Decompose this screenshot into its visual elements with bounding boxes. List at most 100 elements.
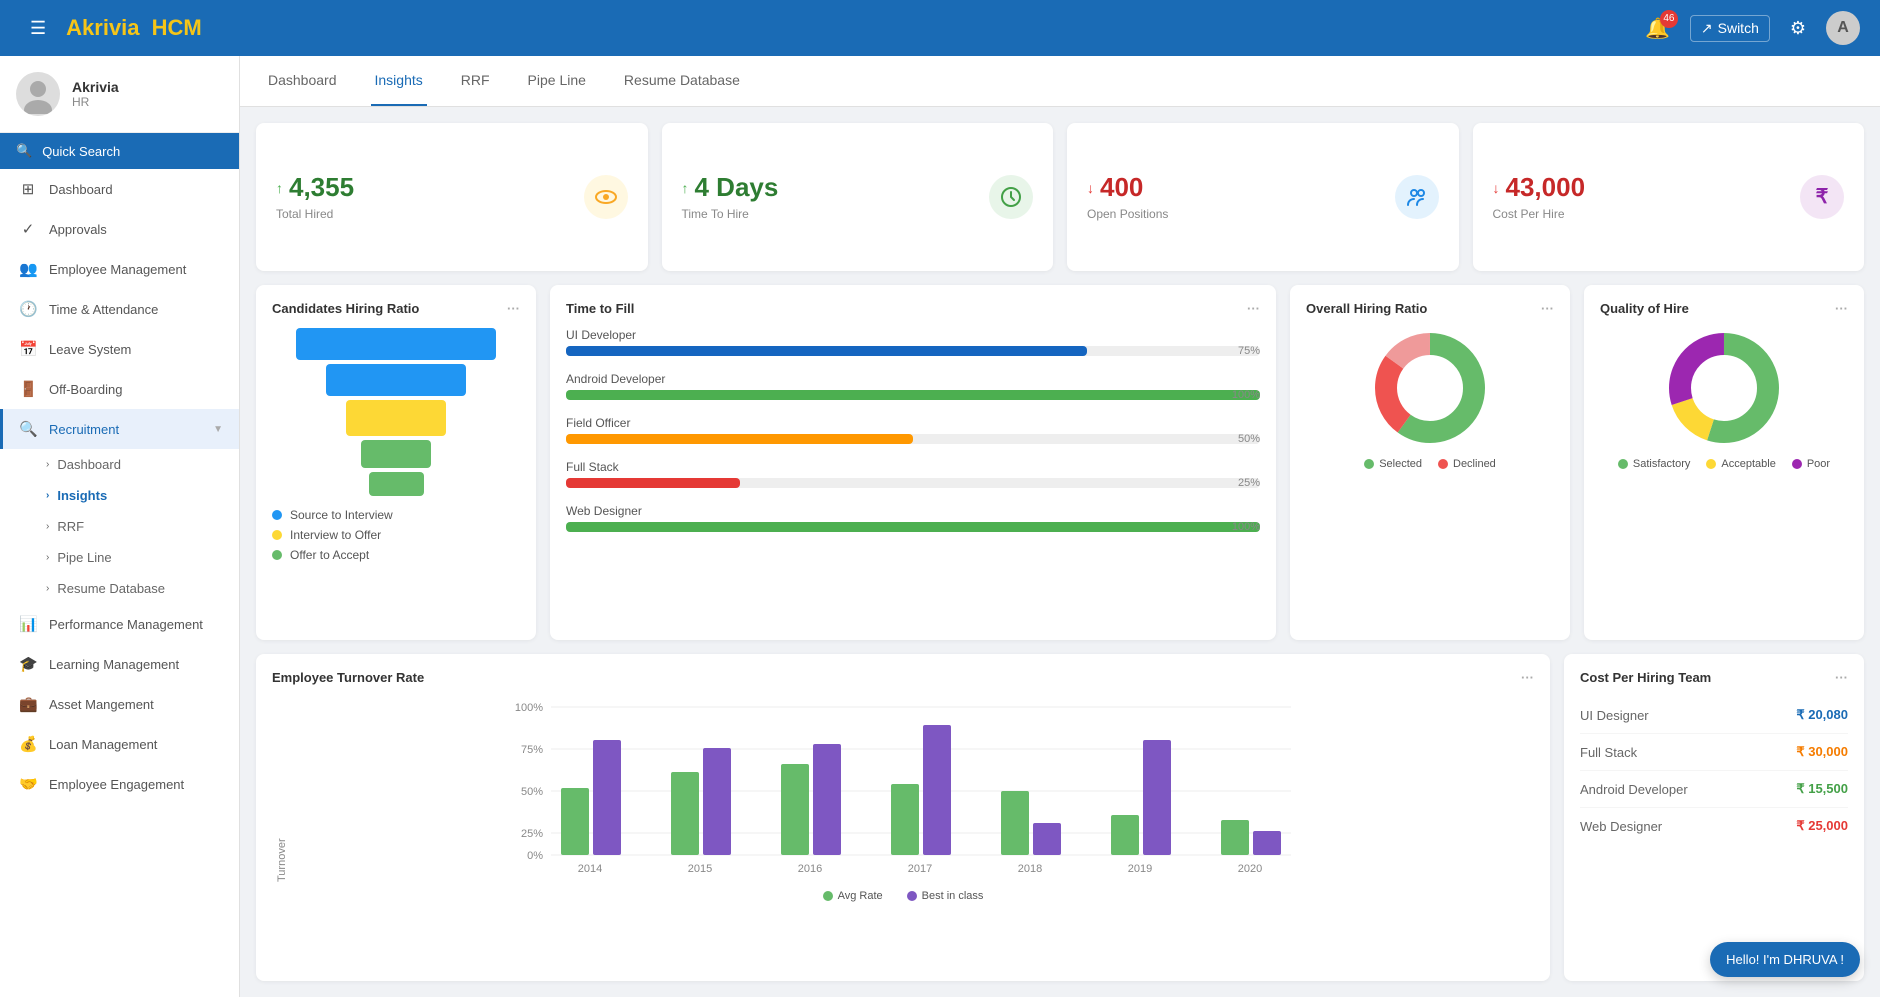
overall-donut-chart <box>1306 328 1554 448</box>
sidebar-item-off-boarding[interactable]: 🚪 Off-Boarding <box>0 369 239 409</box>
turnover-bar-chart: 100% 75% 50% 25% 0% 2014 <box>288 697 1534 877</box>
search-icon: 🔍 <box>16 143 32 159</box>
engagement-icon: 🤝 <box>19 775 37 793</box>
tab-pipeline[interactable]: Pipe Line <box>524 56 590 106</box>
sub-insights[interactable]: › Insights <box>46 480 239 511</box>
asset-icon: 💼 <box>19 695 37 713</box>
notification-badge: 46 <box>1660 10 1678 28</box>
svg-text:25%: 25% <box>521 828 543 840</box>
chart-menu-icon[interactable]: ··· <box>1835 301 1848 316</box>
avatar[interactable]: A <box>1826 11 1860 45</box>
legend-dot <box>272 510 282 520</box>
bottom-row: Employee Turnover Rate ··· Turnover <box>256 654 1864 981</box>
chevron-icon: › <box>46 490 49 501</box>
tab-insights[interactable]: Insights <box>371 56 427 106</box>
legend-declined: Declined <box>1438 458 1496 470</box>
settings-icon[interactable]: ⚙ <box>1790 18 1806 39</box>
sub-dashboard[interactable]: › Dashboard <box>46 449 239 480</box>
sidebar-nav: ⊞ Dashboard ✓ Approvals 👥 Employee Manag… <box>0 169 239 997</box>
tab-dashboard[interactable]: Dashboard <box>264 56 341 106</box>
employee-management-icon: 👥 <box>19 260 37 278</box>
bar-item-field-officer: Field Officer 50% <box>566 416 1260 444</box>
time-to-hire-icon <box>989 175 1033 219</box>
chart-menu-icon[interactable]: ··· <box>1521 670 1534 685</box>
chart-menu-icon[interactable]: ··· <box>1247 301 1260 316</box>
profile-avatar <box>16 72 60 116</box>
quick-search[interactable]: 🔍 Quick Search <box>0 133 239 169</box>
sidebar-item-time-attendance[interactable]: 🕐 Time & Attendance <box>0 289 239 329</box>
open-positions-value: 400 <box>1100 172 1143 203</box>
time-to-hire-value: 4 Days <box>695 172 779 203</box>
tab-rrf[interactable]: RRF <box>457 56 494 106</box>
bar-fill <box>566 390 1260 400</box>
svg-text:50%: 50% <box>521 786 543 798</box>
svg-text:2017: 2017 <box>908 863 932 875</box>
sidebar-item-dashboard[interactable]: ⊞ Dashboard <box>0 169 239 209</box>
sidebar-toggle[interactable]: ☰ <box>30 18 46 39</box>
time-to-hire-label: Time To Hire <box>682 207 779 221</box>
legend-interview-offer: Interview to Offer <box>272 528 520 542</box>
svg-text:100%: 100% <box>515 702 543 714</box>
funnel-layer-1 <box>296 328 496 360</box>
performance-icon: 📊 <box>19 615 37 633</box>
y-axis-label: Turnover <box>272 697 288 882</box>
svg-text:2014: 2014 <box>578 863 602 875</box>
cost-row-web-designer: Web Designer ₹ 25,000 <box>1580 808 1848 844</box>
sidebar-item-asset-management[interactable]: 💼 Asset Mangement <box>0 684 239 724</box>
overall-donut-legend: Selected Declined <box>1306 458 1554 470</box>
stat-total-hired: ↑ 4,355 Total Hired <box>256 123 648 271</box>
sidebar-profile-name: Akrivia <box>72 79 119 95</box>
expand-icon: ▼ <box>213 424 223 435</box>
legend-avg-rate: Avg Rate <box>823 890 883 902</box>
chart-menu-icon[interactable]: ··· <box>1541 301 1554 316</box>
chat-bubble[interactable]: Hello! I'm DHRUVA ! <box>1710 942 1860 977</box>
chart-title: Employee Turnover Rate ··· <box>272 670 1534 685</box>
funnel-layer-2 <box>326 364 466 396</box>
sidebar: Akrivia HR 🔍 Quick Search ⊞ Dashboard ✓ … <box>0 56 240 997</box>
svg-text:2015: 2015 <box>688 863 712 875</box>
tab-resume-database[interactable]: Resume Database <box>620 56 744 106</box>
content-area: ↑ 4,355 Total Hired <box>240 107 1880 997</box>
sidebar-item-employee-management[interactable]: 👥 Employee Management <box>0 249 239 289</box>
header: ☰ Akrivia HCM 🔔 46 ↗ Switch ⚙ A <box>0 0 1880 56</box>
bar-list: UI Developer 75% Android Developer 100% <box>566 328 1260 532</box>
bar-fill <box>566 346 1087 356</box>
sidebar-item-approvals[interactable]: ✓ Approvals <box>0 209 239 249</box>
chart-menu-icon[interactable]: ··· <box>507 301 520 316</box>
sidebar-item-employee-engagement[interactable]: 🤝 Employee Engagement <box>0 764 239 804</box>
funnel-legend: Source to Interview Interview to Offer O… <box>272 508 520 562</box>
sub-resume-database[interactable]: › Resume Database <box>46 573 239 604</box>
legend-selected: Selected <box>1364 458 1422 470</box>
chevron-icon: › <box>46 552 49 563</box>
loan-icon: 💰 <box>19 735 37 753</box>
stat-cost-per-hire: ↓ 43,000 Cost Per Hire ₹ <box>1473 123 1865 271</box>
learning-icon: 🎓 <box>19 655 37 673</box>
recruitment-submenu: › Dashboard › Insights › RRF › Pipe Line… <box>0 449 239 604</box>
switch-button[interactable]: ↗ Switch <box>1690 15 1770 42</box>
svg-text:2018: 2018 <box>1018 863 1042 875</box>
legend-acceptable: Acceptable <box>1706 458 1775 470</box>
notification-bell[interactable]: 🔔 46 <box>1645 16 1670 41</box>
sidebar-item-learning-management[interactable]: 🎓 Learning Management <box>0 644 239 684</box>
sidebar-item-loan-management[interactable]: 💰 Loan Management <box>0 724 239 764</box>
sub-pipeline[interactable]: › Pipe Line <box>46 542 239 573</box>
candidates-hiring-ratio-card: Candidates Hiring Ratio ··· Source to <box>256 285 536 641</box>
time-to-fill-card: Time to Fill ··· UI Developer 75% An <box>550 285 1276 641</box>
time-attendance-icon: 🕐 <box>19 300 37 318</box>
cost-row-android-developer: Android Developer ₹ 15,500 <box>1580 771 1848 808</box>
open-positions-label: Open Positions <box>1087 207 1168 221</box>
sub-rrf[interactable]: › RRF <box>46 511 239 542</box>
funnel-layer-3 <box>346 400 446 436</box>
chart-menu-icon[interactable]: ··· <box>1835 670 1848 685</box>
legend-source-interview: Source to Interview <box>272 508 520 522</box>
arrow-down-icon: ↓ <box>1493 180 1500 196</box>
sidebar-item-recruitment[interactable]: 🔍 Recruitment ▼ <box>0 409 239 449</box>
employee-turnover-card: Employee Turnover Rate ··· Turnover <box>256 654 1550 981</box>
funnel-layer-5 <box>369 472 424 496</box>
svg-text:2020: 2020 <box>1238 863 1262 875</box>
sidebar-item-leave-system[interactable]: 📅 Leave System <box>0 329 239 369</box>
sidebar-item-performance-management[interactable]: 📊 Performance Management <box>0 604 239 644</box>
total-hired-value: 4,355 <box>289 172 354 203</box>
logo: Akrivia HCM <box>66 15 202 41</box>
stats-row: ↑ 4,355 Total Hired <box>256 123 1864 271</box>
